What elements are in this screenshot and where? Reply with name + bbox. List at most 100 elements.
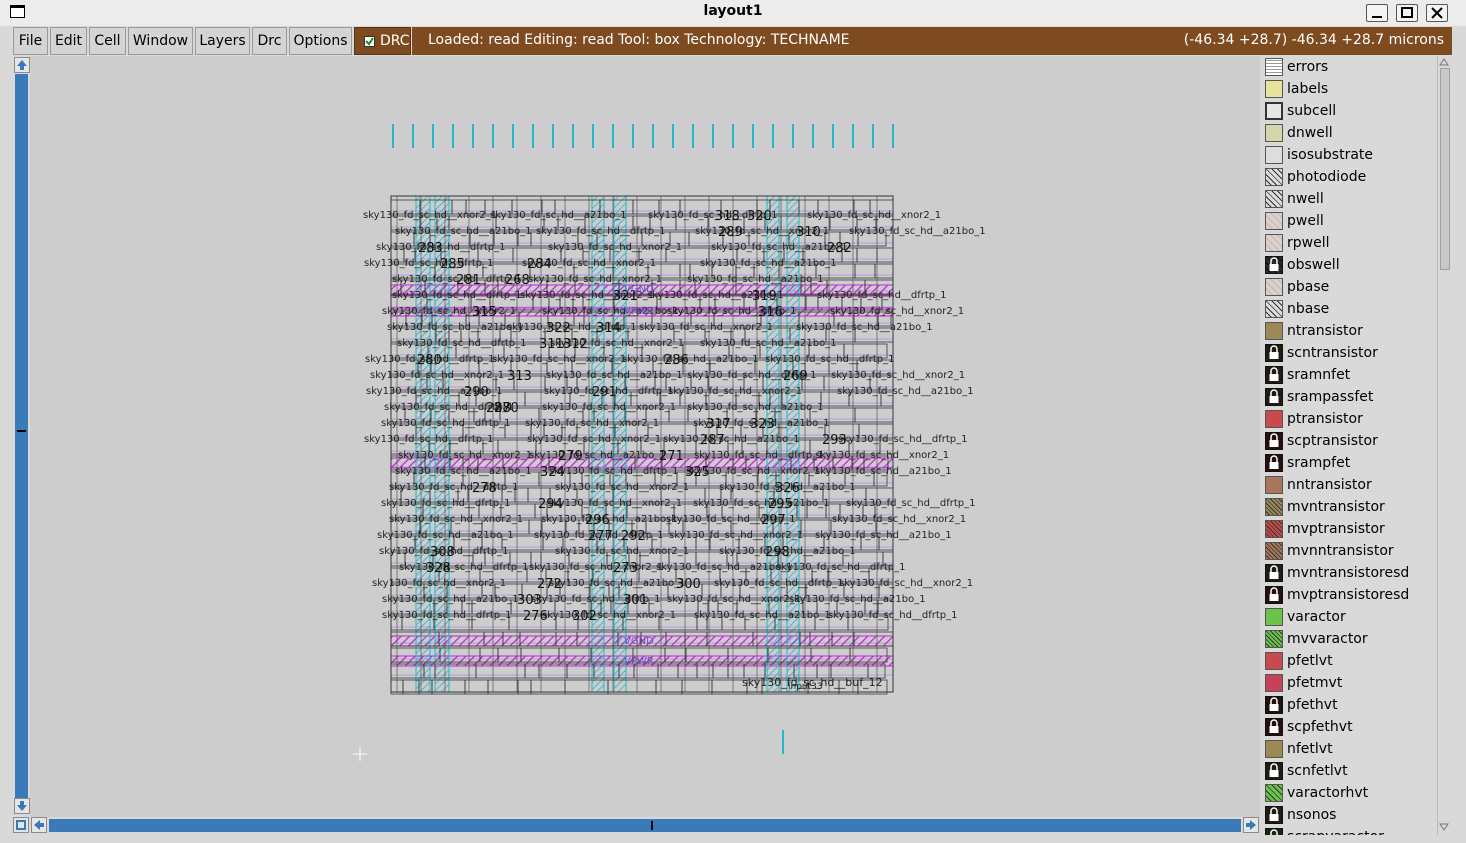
layer-item[interactable]: mvntransistoresd: [1261, 562, 1437, 584]
layer-item[interactable]: labels: [1261, 78, 1437, 100]
layer-name: scnfetlvt: [1287, 763, 1348, 779]
layer-name: ptransistor: [1287, 411, 1363, 427]
layer-name: srampfet: [1287, 455, 1351, 471]
layer-item[interactable]: errors: [1261, 56, 1437, 78]
layer-swatch[interactable]: [1265, 58, 1283, 76]
menu-options[interactable]: Options: [289, 27, 352, 55]
layer-item[interactable]: varactor: [1261, 606, 1437, 628]
layer-item[interactable]: mvptransistoresd: [1261, 584, 1437, 606]
cell-name-label: sky130_fd_sc_hd__a21bo_1: [815, 530, 952, 541]
layer-item[interactable]: scntransistor: [1261, 342, 1437, 364]
layer-item[interactable]: sramnfet: [1261, 364, 1437, 386]
layer-item[interactable]: nntransistor: [1261, 474, 1437, 496]
layer-item[interactable]: scnfetlvt: [1261, 760, 1437, 782]
layer-item[interactable]: pfetmvt: [1261, 672, 1437, 694]
lock-icon: [1265, 366, 1283, 384]
scroll-right-button[interactable]: [1243, 817, 1259, 833]
layer-swatch[interactable]: [1265, 322, 1283, 340]
layout-drawing[interactable]: sky130_fd_sc_hd__xnor2_1 sky130_fd_sc_hd_…: [30, 56, 1260, 817]
layer-swatch[interactable]: [1265, 542, 1283, 560]
menu-cell[interactable]: Cell: [89, 27, 126, 55]
layer-item[interactable]: pbase: [1261, 276, 1437, 298]
layer-item[interactable]: ntransistor: [1261, 320, 1437, 342]
layer-name: sramnfet: [1287, 367, 1351, 383]
scroll-up-button[interactable]: [14, 57, 30, 73]
layer-swatch[interactable]: [1265, 674, 1283, 692]
layer-item[interactable]: nsonos: [1261, 804, 1437, 826]
layer-item[interactable]: photodiode: [1261, 166, 1437, 188]
layer-item[interactable]: scpfethvt: [1261, 716, 1437, 738]
scroll-left-button[interactable]: [31, 817, 47, 833]
layout-canvas[interactable]: sky130_fd_sc_hd__xnor2_1 sky130_fd_sc_hd_…: [30, 56, 1260, 817]
layer-item[interactable]: mvptransistor: [1261, 518, 1437, 540]
layer-item[interactable]: nfetlvt: [1261, 738, 1437, 760]
layer-list[interactable]: errors labels subcell dnwell isosubstrate pho…: [1261, 56, 1437, 835]
layer-item[interactable]: srampfet: [1261, 452, 1437, 474]
lock-icon: [1265, 586, 1283, 604]
layer-item[interactable]: srampassfet: [1261, 386, 1437, 408]
layer-swatch[interactable]: [1265, 300, 1283, 318]
minimize-button[interactable]: [1366, 4, 1388, 22]
layer-item[interactable]: rpwell: [1261, 232, 1437, 254]
layer-item[interactable]: scrapvaractor: [1261, 826, 1437, 835]
horizontal-scrollbar[interactable]: [13, 817, 1261, 834]
cell-name-label: sky130_fd_sc_hd__xnor2_1: [832, 514, 966, 525]
vertical-scroll-trough[interactable]: [15, 74, 28, 798]
menu-file[interactable]: File: [13, 27, 48, 55]
layer-item[interactable]: pfethvt: [1261, 694, 1437, 716]
menu-drc[interactable]: Drc: [252, 27, 287, 55]
layer-swatch[interactable]: [1265, 740, 1283, 758]
layer-item[interactable]: varactorhvt: [1261, 782, 1437, 804]
layer-swatch[interactable]: [1265, 630, 1283, 648]
cell-name-label: sky130_fd_sc_hd__a21bo_1: [694, 610, 831, 621]
layer-swatch[interactable]: [1265, 190, 1283, 208]
layer-swatch[interactable]: [1265, 124, 1283, 142]
layer-swatch[interactable]: [1265, 146, 1283, 164]
layer-item[interactable]: obswell: [1261, 254, 1437, 276]
layer-item[interactable]: mvnntransistor: [1261, 540, 1437, 562]
layer-swatch[interactable]: [1265, 520, 1283, 538]
layer-item[interactable]: nwell: [1261, 188, 1437, 210]
horizontal-scroll-trough[interactable]: [49, 819, 1241, 832]
layer-item[interactable]: pfetlvt: [1261, 650, 1437, 672]
layer-swatch[interactable]: [1265, 410, 1283, 428]
scroll-down-button[interactable]: [14, 798, 30, 814]
layer-scroll-thumb[interactable]: [1440, 68, 1450, 270]
maximize-button[interactable]: [1396, 4, 1418, 22]
layer-item[interactable]: ptransistor: [1261, 408, 1437, 430]
cell-name-label: sky130_fd_sc_hd__dfrtp_1: [536, 226, 666, 237]
layer-swatch[interactable]: [1265, 80, 1283, 98]
vertical-scrollbar[interactable]: [13, 56, 30, 817]
layer-item[interactable]: mvntransistor: [1261, 496, 1437, 518]
rail-label: VGND: [624, 284, 654, 295]
layer-swatch[interactable]: [1265, 278, 1283, 296]
layer-swatch[interactable]: [1265, 652, 1283, 670]
menu-edit[interactable]: Edit: [50, 27, 87, 55]
close-button[interactable]: [1426, 4, 1448, 22]
lock-icon: [1265, 696, 1283, 714]
layer-swatch[interactable]: [1265, 608, 1283, 626]
zoom-box-button[interactable]: [13, 817, 29, 833]
layer-swatch[interactable]: [1265, 168, 1283, 186]
drc-checkbox[interactable]: [364, 36, 375, 47]
layer-item[interactable]: subcell: [1261, 100, 1437, 122]
layer-swatch[interactable]: [1265, 784, 1283, 802]
layer-swatch[interactable]: [1265, 498, 1283, 516]
layer-swatch[interactable]: [1265, 476, 1283, 494]
lock-icon: [1265, 564, 1283, 582]
layer-item[interactable]: dnwell: [1261, 122, 1437, 144]
layer-list-scrollbar[interactable]: [1437, 56, 1450, 835]
layer-item[interactable]: pwell: [1261, 210, 1437, 232]
layer-item[interactable]: nbase: [1261, 298, 1437, 320]
cell-name-label: sky130_fd_sc_hd__a21bo_1: [687, 402, 824, 413]
layer-item[interactable]: scptransistor: [1261, 430, 1437, 452]
menu-window[interactable]: Window: [128, 27, 193, 55]
layer-item[interactable]: isosubstrate: [1261, 144, 1437, 166]
layer-swatch[interactable]: [1265, 212, 1283, 230]
layer-item[interactable]: mvvaractor: [1261, 628, 1437, 650]
layer-swatch[interactable]: [1265, 102, 1283, 120]
layer-swatch[interactable]: [1265, 234, 1283, 252]
drc-toggle[interactable]: DRC: [354, 27, 411, 55]
menu-layers[interactable]: Layers: [195, 27, 250, 55]
layer-name: pfethvt: [1287, 697, 1338, 713]
